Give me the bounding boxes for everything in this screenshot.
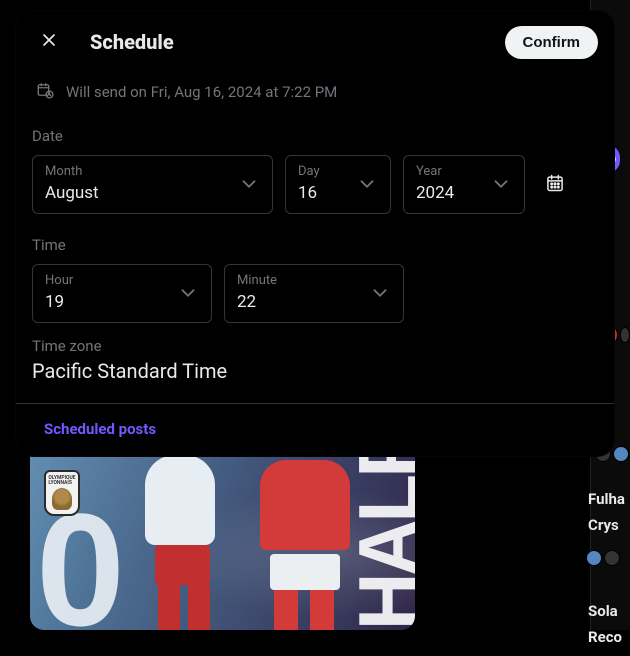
- select-small-label: Minute: [237, 273, 277, 288]
- open-datepicker-button[interactable]: [537, 173, 573, 197]
- attached-media-preview: 0 HALF: [30, 440, 415, 630]
- select-small-label: Month: [45, 164, 99, 179]
- timezone-value: Pacific Standard Time: [32, 359, 598, 383]
- scheduled-posts-link[interactable]: Scheduled posts: [16, 404, 614, 456]
- hour-select[interactable]: Hour 19: [32, 264, 212, 323]
- chevron-down-icon: [356, 173, 378, 195]
- confirm-button[interactable]: Confirm: [505, 26, 599, 59]
- select-small-label: Hour: [45, 273, 73, 288]
- halftime-stub: HALF: [358, 448, 416, 630]
- chevron-down-icon: [177, 282, 199, 304]
- modal-header: Schedule Confirm: [16, 11, 614, 73]
- select-value: 2024: [416, 183, 454, 203]
- select-value: August: [45, 183, 99, 203]
- timezone-block[interactable]: Time zone Pacific Standard Time: [16, 323, 614, 403]
- calendar-icon: [545, 173, 565, 197]
- date-row: Month August Day 16 Year 2024: [16, 155, 614, 214]
- bg-avatars: [586, 550, 627, 566]
- club-badge: OLYMPIQUELYONNAIS: [44, 470, 80, 516]
- close-icon: [39, 30, 59, 54]
- select-value: 19: [45, 292, 73, 312]
- bg-stub: Reco: [586, 618, 627, 656]
- time-row: Hour 19 Minute 22: [16, 264, 614, 323]
- month-select[interactable]: Month August: [32, 155, 273, 214]
- day-select[interactable]: Day 16: [285, 155, 391, 214]
- time-section-label: Time: [16, 214, 614, 264]
- scheduled-summary-text: Will send on Fri, Aug 16, 2024 at 7:22 P…: [66, 83, 337, 101]
- select-small-label: Year: [416, 164, 454, 179]
- schedule-modal: Schedule Confirm Will send on Fri, Aug 1…: [15, 10, 615, 457]
- select-small-label: Day: [298, 164, 320, 179]
- bg-stub: Crys: [586, 506, 627, 544]
- select-value: 22: [237, 292, 277, 312]
- scheduled-summary: Will send on Fri, Aug 16, 2024 at 7:22 P…: [16, 73, 614, 115]
- close-button[interactable]: [32, 25, 66, 59]
- schedule-icon: [36, 81, 54, 103]
- minute-select[interactable]: Minute 22: [224, 264, 404, 323]
- chevron-down-icon: [490, 173, 512, 195]
- modal-title: Schedule: [90, 30, 481, 54]
- select-value: 16: [298, 183, 320, 203]
- chevron-down-icon: [369, 282, 391, 304]
- timezone-label: Time zone: [32, 337, 598, 355]
- chevron-down-icon: [238, 173, 260, 195]
- date-section-label: Date: [16, 115, 614, 155]
- year-select[interactable]: Year 2024: [403, 155, 525, 214]
